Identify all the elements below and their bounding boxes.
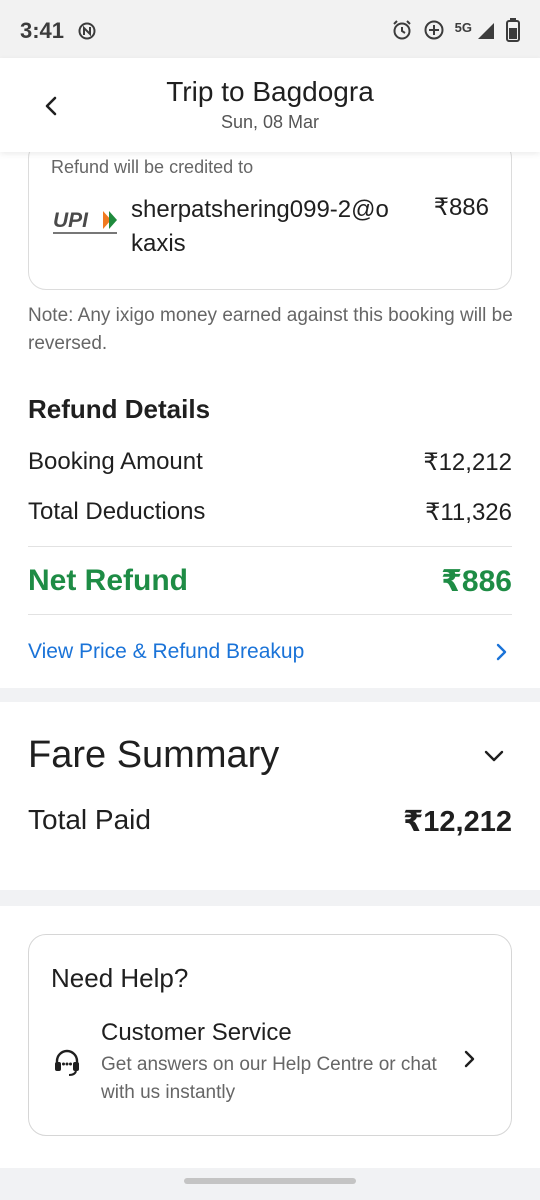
chevron-right-icon [490, 641, 512, 663]
help-section: Need Help? Customer Service Get answers … [0, 906, 540, 1168]
total-paid-label: Total Paid [28, 804, 151, 835]
signal-icon [476, 20, 496, 45]
trip-date: Sun, 08 Mar [220, 112, 320, 132]
need-help-title: Need Help? [51, 963, 189, 993]
fare-summary-title: Fare Summary [28, 734, 280, 776]
chevron-right-icon[interactable] [457, 1047, 481, 1071]
net-refund-row: Net Refund ₹886 [28, 564, 512, 599]
view-breakup-label: View Price & Refund Breakup [28, 640, 305, 663]
net-refund-value: ₹886 [441, 565, 512, 598]
booking-amount-row: Booking Amount ₹12,212 [28, 448, 512, 477]
total-deductions-label: Total Deductions [28, 498, 206, 525]
need-help-card: Need Help? Customer Service Get answers … [28, 934, 512, 1136]
status-time: 3:41 [20, 18, 65, 43]
refund-caption: Refund will be credited to [51, 157, 254, 177]
booking-amount-value: ₹12,212 [423, 449, 512, 476]
alarm-icon [391, 19, 413, 46]
customer-service-description: Get answers on our Help Centre or chat w… [101, 1054, 437, 1103]
total-paid-value: ₹12,212 [403, 806, 512, 838]
svg-text:UPI: UPI [53, 209, 89, 232]
upi-refund-amount: ₹886 [433, 194, 489, 221]
divider [28, 614, 512, 615]
view-breakup-link[interactable]: View Price & Refund Breakup [28, 632, 512, 672]
app-header: Trip to Bagdogra Sun, 08 Mar [0, 58, 540, 152]
chevron-down-icon[interactable] [480, 742, 508, 770]
battery-icon [506, 17, 520, 47]
headset-icon [51, 1047, 83, 1079]
gesture-home-bar[interactable] [184, 1178, 356, 1184]
app-notification-icon [78, 22, 96, 40]
refund-section: Refund will be credited to UPI sherpatsh… [0, 140, 540, 688]
total-deductions-row: Total Deductions ₹11,326 [28, 498, 512, 527]
status-icons: 5G [391, 17, 520, 47]
refund-destination-card: Refund will be credited to UPI sherpatsh… [28, 140, 512, 290]
fare-summary-section: Fare Summary Total Paid ₹12,212 [0, 702, 540, 890]
total-paid-row: Total Paid ₹12,212 [28, 804, 512, 839]
divider [28, 546, 512, 547]
total-deductions-value: ₹11,326 [425, 499, 512, 526]
customer-service-title[interactable]: Customer Service [101, 1019, 292, 1047]
status-bar: 3:41 5G [0, 0, 540, 58]
upi-logo-icon: UPI [51, 207, 123, 237]
page-title: Trip to Bagdogra [166, 76, 374, 107]
net-refund-label: Net Refund [28, 564, 188, 597]
booking-amount-label: Booking Amount [28, 448, 203, 475]
reversal-note: Note: Any ixigo money earned against thi… [28, 305, 513, 354]
refund-details-heading: Refund Details [28, 394, 211, 424]
upi-id: sherpatshering099-2@okaxis [131, 196, 389, 257]
network-label: 5G [454, 19, 472, 35]
data-saver-icon [423, 19, 445, 46]
